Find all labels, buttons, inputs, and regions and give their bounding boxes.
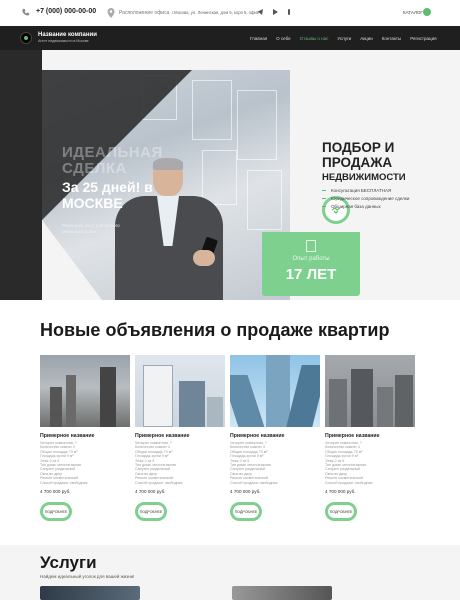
catalog-link[interactable]: КАТАЛОГ (403, 10, 423, 15)
logo-mark-icon (24, 36, 28, 40)
viber-badge-icon[interactable] (423, 8, 431, 16)
right-title-line: ПОДБОР И (322, 140, 395, 155)
details-button[interactable]: ПОДРОБНЕЕ (325, 502, 357, 522)
details-button[interactable]: ПОДРОБНЕЕ (40, 502, 72, 522)
company-tagline: Агент недвижимости в Москве (38, 39, 89, 43)
hero-subtitle: Реальный опыт для вашего реального дома (62, 223, 120, 234)
listing-image[interactable] (325, 355, 415, 427)
service-image[interactable] (232, 586, 332, 600)
nav-item-promotions[interactable]: Акции (360, 36, 373, 41)
address: г.Москва, ул. Ленинская, дом 5, корп 5, … (172, 10, 263, 15)
nav-item-home[interactable]: Главная (250, 36, 267, 41)
listing-card[interactable]: Примерное название Четырех комнатная, ? … (135, 355, 225, 522)
listing-image[interactable] (40, 355, 130, 427)
main-nav: Главная О себе Отзывы о нас Услуги Акции… (250, 36, 446, 41)
listing-name[interactable]: Примерное название (230, 433, 320, 439)
nav-item-register[interactable]: Регистрация (410, 36, 436, 41)
phone-icon (22, 8, 30, 16)
experience-label: Опыт работы (292, 256, 330, 262)
viber-icon[interactable] (286, 9, 292, 15)
feature-label: Обширная база данных (331, 204, 381, 209)
document-icon (306, 240, 316, 252)
map-pin-icon (107, 8, 115, 18)
spec-line: Способ продажи: свободная (40, 480, 88, 485)
listing-card[interactable]: Примерное название Четырех комнатная, ? … (325, 355, 415, 522)
phone-number[interactable]: +7 (000) 000-00-00 (36, 8, 96, 15)
feature-item: Консультация БЕСПЛАТНАЯ (322, 188, 391, 193)
listings-title: Новые объявления о продаже квартир (40, 320, 390, 340)
experience-box: Опыт работы 17 ЛЕТ (262, 232, 360, 296)
listing-card[interactable]: Примерное название Четырех комнатная, ? … (40, 355, 130, 522)
service-image[interactable] (40, 586, 140, 600)
right-title-line: НЕДВИЖИМОСТИ (322, 172, 406, 183)
listing-name[interactable]: Примерное название (40, 433, 130, 439)
listing-price: 4 700 000 руб. (135, 489, 166, 495)
whatsapp-icon[interactable] (272, 9, 278, 15)
hero-title-faded: ИДЕАЛЬНАЯ СДЕЛКА (62, 144, 163, 177)
top-bar: +7 (000) 000-00-00 Расположение офиса г.… (0, 0, 460, 26)
spec-line: Способ продажи: свободная (135, 480, 183, 485)
company-name[interactable]: Название компании (38, 32, 97, 38)
services-subtitle: Найдем идеальный уголок для вашей жизни! (40, 574, 135, 579)
feature-label: Консультация БЕСПЛАТНАЯ (331, 188, 392, 193)
listing-price: 4 700 000 руб. (230, 489, 261, 495)
listing-name[interactable]: Примерное название (135, 433, 225, 439)
listing-specs: Четырех комнатная, ? Количество комнат 4… (40, 441, 130, 485)
listing-specs: Четырех комнатная, ? Количество комнат 4… (135, 441, 225, 485)
listing-card[interactable]: Примерное название Четырех комнатная, ? … (230, 355, 320, 522)
main-header: Название компании Агент недвижимости в М… (0, 26, 460, 50)
listing-specs: Четырех комнатная, ? Количество комнат 4… (230, 441, 320, 485)
hero-right-title: ПОДБОР И ПРОДАЖА НЕДВИЖИМОСТИ (322, 140, 406, 185)
telegram-icon[interactable] (257, 9, 263, 15)
listing-specs: Четырех комнатная, ? Количество комнат 4… (325, 441, 415, 485)
nav-item-services[interactable]: Услуги (337, 36, 351, 41)
nav-item-about[interactable]: О себе (276, 36, 290, 41)
listing-name[interactable]: Примерное название (325, 433, 415, 439)
details-button[interactable]: ПОДРОБНЕЕ (230, 502, 262, 522)
feature-item: Обширная база данных (322, 204, 381, 209)
services-title: Услуги (40, 553, 97, 572)
hero-title: За 25 дней! в МОСКВЕ (62, 179, 153, 211)
details-button[interactable]: ПОДРОБНЕЕ (135, 502, 167, 522)
listing-image[interactable] (230, 355, 320, 427)
spec-line: Способ продажи: свободная (325, 480, 373, 485)
listing-image[interactable] (135, 355, 225, 427)
nav-item-contacts[interactable]: Контакты (382, 36, 401, 41)
listing-price: 4 700 000 руб. (325, 489, 356, 495)
spec-line: Способ продажи: свободная (230, 480, 278, 485)
hero-section: ИДЕАЛЬНАЯ СДЕЛКА За 25 дней! в МОСКВЕ Ре… (0, 50, 460, 300)
feature-label: Юридическое сопровождение сделки (331, 196, 410, 201)
experience-value: 17 ЛЕТ (285, 266, 337, 283)
hero-dark-band (0, 50, 42, 300)
office-location[interactable]: Расположение офиса (119, 10, 169, 16)
feature-item: Юридическое сопровождение сделки (322, 196, 409, 201)
right-title-line: ПРОДАЖА (322, 155, 393, 170)
nav-item-reviews[interactable]: Отзывы о нас (300, 36, 329, 41)
listing-price: 4 700 000 руб. (40, 489, 71, 495)
